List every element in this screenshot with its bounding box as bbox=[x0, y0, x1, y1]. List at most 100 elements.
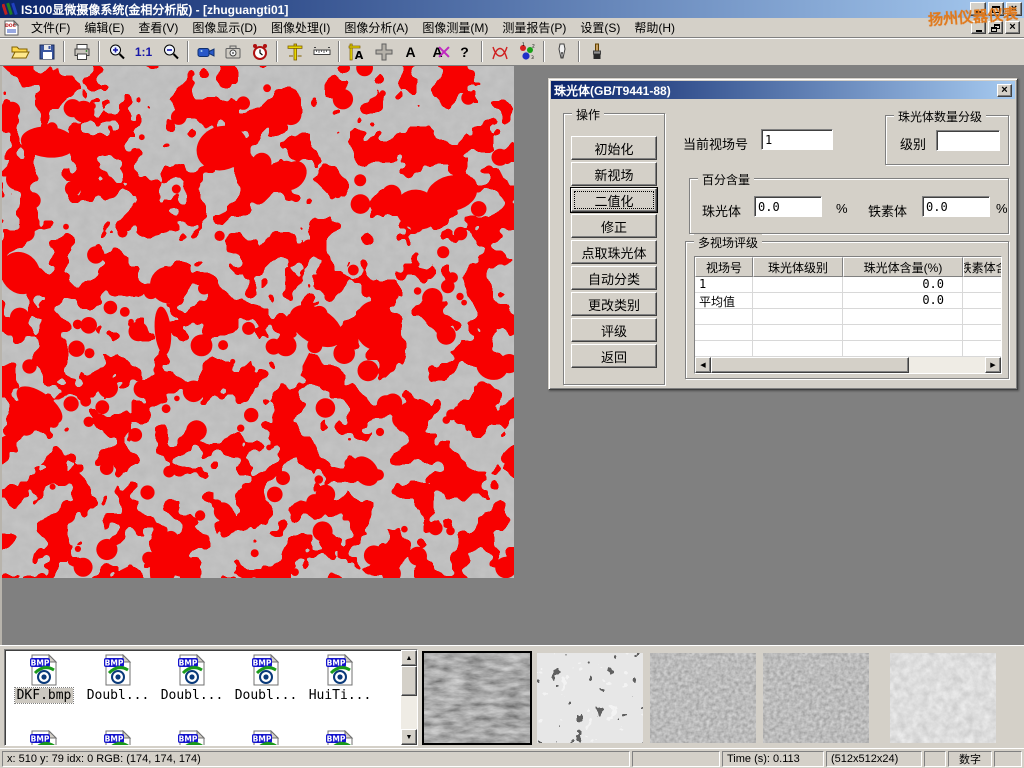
timer-button[interactable] bbox=[246, 39, 273, 64]
open-file-button[interactable] bbox=[6, 39, 33, 64]
pick-pearlite-button[interactable]: 点取珠光体 bbox=[571, 240, 657, 264]
file-item[interactable]: Doubl... bbox=[155, 654, 229, 703]
mdi-minimize-button[interactable] bbox=[971, 21, 986, 34]
scroll-thumb[interactable] bbox=[711, 357, 909, 373]
letter-a-icon: A bbox=[405, 44, 415, 60]
new-field-button[interactable]: 新视场 bbox=[571, 162, 657, 186]
scroll-left-button[interactable]: ◀ bbox=[695, 357, 711, 373]
scroll-right-button[interactable]: ▶ bbox=[985, 357, 1001, 373]
col-pearlite-grade[interactable]: 珠光体级别 bbox=[753, 257, 843, 277]
file-item[interactable] bbox=[81, 730, 155, 745]
menu-file[interactable]: 文件(F) bbox=[24, 17, 77, 38]
multifield-group-label: 多视场评级 bbox=[694, 234, 762, 251]
binarize-button[interactable]: 二值化 bbox=[571, 188, 657, 212]
current-field-input[interactable] bbox=[761, 129, 833, 150]
print-button[interactable] bbox=[68, 39, 95, 64]
auto-classify-button[interactable]: 自动分类 bbox=[571, 266, 657, 290]
file-item[interactable]: Doubl... bbox=[81, 654, 155, 703]
initialize-button[interactable]: 初始化 bbox=[571, 136, 657, 160]
svg-text:DOC: DOC bbox=[5, 23, 17, 29]
camera-capture-button[interactable] bbox=[219, 39, 246, 64]
mdi-restore-button[interactable] bbox=[988, 21, 1003, 34]
maximize-button[interactable] bbox=[988, 2, 1004, 16]
menu-image-processing[interactable]: 图像处理(I) bbox=[264, 17, 337, 38]
zoom-out-button[interactable] bbox=[157, 39, 184, 64]
table-hscrollbar[interactable]: ◀ ▶ bbox=[695, 357, 1001, 373]
thumbnail-1[interactable] bbox=[424, 653, 530, 743]
save-button[interactable] bbox=[33, 39, 60, 64]
mdi-close-button[interactable]: × bbox=[1005, 21, 1020, 34]
help-button[interactable]: ? bbox=[451, 39, 478, 64]
bmp-file-icon bbox=[324, 654, 356, 686]
file-item[interactable] bbox=[303, 730, 377, 745]
caliper-icon bbox=[285, 42, 305, 62]
menu-view[interactable]: 查看(V) bbox=[131, 17, 185, 38]
toolbar: 1:1 A A A ? 123 bbox=[0, 38, 1024, 66]
file-name: Doubl... bbox=[159, 688, 226, 703]
file-list-vscrollbar[interactable]: ▲ ▼ bbox=[401, 650, 417, 745]
col-ferrite-amount[interactable]: 铁素体含量(%) bbox=[963, 257, 1001, 277]
scroll-track[interactable] bbox=[711, 357, 985, 373]
scroll-up-button[interactable]: ▲ bbox=[401, 650, 417, 666]
return-button[interactable]: 返回 bbox=[571, 344, 657, 368]
grade-input[interactable] bbox=[936, 130, 1000, 151]
bmp-file-icon bbox=[250, 730, 282, 745]
scroll-track[interactable] bbox=[401, 666, 417, 729]
change-class-button[interactable]: 更改类别 bbox=[571, 292, 657, 316]
text-delete-button[interactable]: A bbox=[424, 39, 451, 64]
close-button[interactable]: × bbox=[1006, 2, 1022, 16]
text-annotation-button[interactable]: A bbox=[397, 39, 424, 64]
floppy-icon bbox=[37, 42, 57, 62]
col-pearlite-amount[interactable]: 珠光体含量(%) bbox=[843, 257, 963, 277]
menu-image-analysis[interactable]: 图像分析(A) bbox=[337, 17, 415, 38]
specimen-image[interactable] bbox=[2, 66, 514, 578]
bmp-file-icon bbox=[28, 654, 60, 686]
file-item[interactable]: Doubl... bbox=[229, 654, 303, 703]
curve-tool-button[interactable] bbox=[486, 39, 513, 64]
menu-settings[interactable]: 设置(S) bbox=[573, 17, 627, 38]
thumbnail-3[interactable] bbox=[650, 653, 756, 743]
scroll-down-button[interactable]: ▼ bbox=[401, 729, 417, 745]
classify-dots-button[interactable]: 123 bbox=[513, 39, 540, 64]
open-folder-icon bbox=[10, 42, 30, 62]
thumbnail-2[interactable] bbox=[537, 653, 643, 743]
file-item[interactable]: DKF.bmp bbox=[7, 654, 81, 703]
file-item[interactable]: HuiTi... bbox=[303, 654, 377, 703]
file-item[interactable] bbox=[155, 730, 229, 745]
caliper-vertical-button[interactable] bbox=[281, 39, 308, 64]
table-row[interactable]: 平均值 0.0 bbox=[695, 293, 1001, 309]
measure-text-button[interactable]: A bbox=[343, 39, 370, 64]
scroll-thumb[interactable] bbox=[401, 666, 417, 696]
file-item[interactable] bbox=[229, 730, 303, 745]
menu-help[interactable]: 帮助(H) bbox=[627, 17, 682, 38]
zoom-in-button[interactable] bbox=[103, 39, 130, 64]
menu-image-display[interactable]: 图像显示(D) bbox=[185, 17, 264, 38]
actual-size-button[interactable]: 1:1 bbox=[130, 39, 157, 64]
menu-image-measure[interactable]: 图像测量(M) bbox=[415, 17, 495, 38]
file-item[interactable] bbox=[7, 730, 81, 745]
menu-measure-report[interactable]: 测量报告(P) bbox=[495, 17, 573, 38]
brush-tool-button[interactable] bbox=[583, 39, 610, 64]
dialog-titlebar[interactable]: 珠光体(GB/T9441-88) × bbox=[551, 81, 1015, 99]
thumbnail-5[interactable] bbox=[890, 653, 996, 743]
minimize-button[interactable] bbox=[970, 2, 986, 16]
ruler-button[interactable] bbox=[308, 39, 335, 64]
svg-text:2: 2 bbox=[532, 43, 535, 49]
workspace: 珠光体(GB/T9441-88) × 操作 初始化 新视场 二值化 修正 点取珠… bbox=[0, 66, 1024, 645]
ferrite-percent-input[interactable] bbox=[922, 196, 990, 217]
rate-button[interactable]: 评级 bbox=[571, 318, 657, 342]
dialog-close-button[interactable]: × bbox=[997, 84, 1012, 97]
menu-edit[interactable]: 编辑(E) bbox=[77, 17, 131, 38]
thumbnail-4[interactable] bbox=[763, 653, 869, 743]
close-icon: × bbox=[1001, 85, 1007, 96]
move-cross-button[interactable] bbox=[370, 39, 397, 64]
svg-text:3: 3 bbox=[531, 55, 534, 61]
table-row[interactable]: 1 0.0 bbox=[695, 277, 1001, 293]
video-capture-button[interactable] bbox=[192, 39, 219, 64]
pen-tool-button[interactable] bbox=[548, 39, 575, 64]
toolbar-separator bbox=[98, 41, 100, 62]
titlebar[interactable]: IS100显微摄像系统(金相分析版) - [zhuguangti01] × bbox=[0, 0, 1024, 18]
correct-button[interactable]: 修正 bbox=[571, 214, 657, 238]
col-field-number[interactable]: 视场号 bbox=[695, 257, 753, 277]
pearlite-percent-input[interactable] bbox=[754, 196, 822, 217]
